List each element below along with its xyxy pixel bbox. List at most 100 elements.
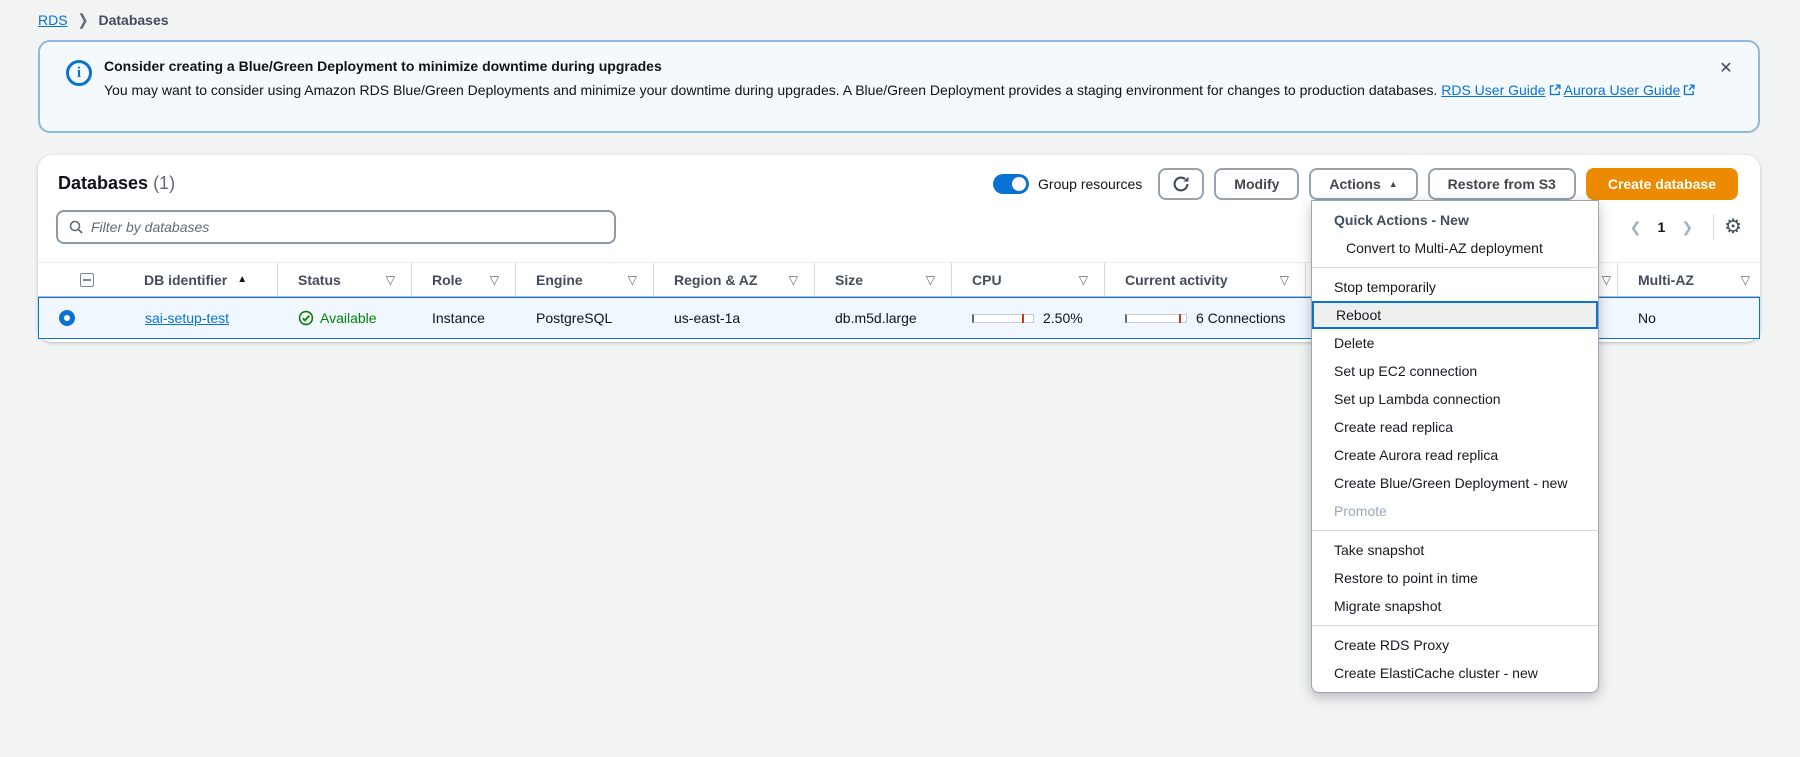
gauge-tick — [1022, 314, 1024, 323]
column-header-region-az[interactable]: Region & AZ ▽ — [653, 263, 814, 296]
column-header-size[interactable]: Size ▽ — [814, 263, 951, 296]
external-link-icon — [1683, 84, 1695, 96]
row-select-cell — [39, 298, 125, 338]
page-title: Databases(1) — [58, 173, 175, 194]
menu-section-quick-actions: Quick Actions - New — [1312, 206, 1598, 234]
row-radio-selected[interactable] — [59, 310, 75, 326]
filter-box — [56, 210, 616, 244]
modify-button[interactable]: Modify — [1214, 168, 1299, 200]
role-cell: Instance — [412, 298, 516, 338]
pagination: ❮ 1 ❯ ⚙ — [1620, 211, 1742, 243]
region-az-cell: us-east-1a — [654, 298, 815, 338]
engine-cell: PostgreSQL — [516, 298, 654, 338]
group-resources-control: Group resources — [993, 174, 1142, 194]
cpu-gauge — [972, 314, 1034, 323]
refresh-button[interactable] — [1158, 168, 1204, 200]
restore-from-s3-button[interactable]: Restore from S3 — [1428, 168, 1576, 200]
menu-item-create-aurora-read-replica[interactable]: Create Aurora read replica — [1312, 441, 1598, 469]
column-header-cpu[interactable]: CPU ▽ — [951, 263, 1104, 296]
column-header-role[interactable]: Role ▽ — [411, 263, 515, 296]
filter-column-icon[interactable]: ▽ — [1280, 273, 1289, 287]
current-page-number[interactable]: 1 — [1652, 219, 1672, 235]
breadcrumb-current: Databases — [98, 12, 168, 28]
actions-button-label: Actions — [1329, 176, 1380, 192]
select-all-checkbox[interactable] — [80, 273, 94, 287]
previous-page-icon[interactable]: ❮ — [1620, 219, 1652, 236]
actions-button[interactable]: Actions ▲ — [1309, 168, 1417, 200]
menu-item-create-elasticache-cluster[interactable]: Create ElastiCache cluster - new — [1312, 659, 1598, 687]
filter-column-icon[interactable]: ▽ — [628, 273, 637, 287]
toolbar: Group resources Modify Actions ▲ Restore… — [993, 168, 1738, 200]
toggle-knob — [1012, 177, 1026, 191]
banner-close-icon[interactable]: ✕ — [1714, 56, 1738, 80]
db-identifier-link[interactable]: sai-setup-test — [145, 310, 229, 326]
banner-body: You may want to consider using Amazon RD… — [104, 80, 1722, 101]
blue-green-info-banner: i Consider creating a Blue/Green Deploym… — [38, 40, 1760, 133]
group-resources-label: Group resources — [1038, 176, 1142, 192]
group-resources-toggle[interactable] — [993, 174, 1029, 194]
menu-item-stop-temporarily[interactable]: Stop temporarily — [1312, 273, 1598, 301]
menu-item-migrate-snapshot[interactable]: Migrate snapshot — [1312, 592, 1598, 620]
pager-divider — [1713, 214, 1714, 240]
menu-item-create-rds-proxy[interactable]: Create RDS Proxy — [1312, 631, 1598, 659]
table-settings-gear-icon[interactable]: ⚙ — [1724, 217, 1742, 237]
caret-up-icon: ▲ — [1389, 179, 1398, 189]
create-database-button[interactable]: Create database — [1586, 168, 1738, 200]
banner-title: Consider creating a Blue/Green Deploymen… — [104, 58, 662, 74]
aurora-user-guide-link[interactable]: Aurora User Guide — [1564, 82, 1696, 98]
sort-ascending-icon[interactable]: ▲ — [237, 274, 247, 285]
column-header-current-activity[interactable]: Current activity ▽ — [1104, 263, 1305, 296]
info-icon: i — [66, 60, 92, 86]
breadcrumb-rds-link[interactable]: RDS — [38, 12, 68, 28]
current-activity-cell: 6 Connections — [1105, 298, 1306, 338]
actions-dropdown-menu: Quick Actions - New Convert to Multi-AZ … — [1311, 200, 1599, 693]
filter-column-icon[interactable]: ▽ — [1079, 273, 1088, 287]
filter-column-icon[interactable]: ▽ — [1602, 273, 1611, 287]
rds-user-guide-link[interactable]: RDS User Guide — [1441, 82, 1560, 98]
column-header-status[interactable]: Status ▽ — [277, 263, 411, 296]
size-cell: db.m5d.large — [815, 298, 952, 338]
menu-divider — [1312, 267, 1598, 268]
column-header-engine[interactable]: Engine ▽ — [515, 263, 653, 296]
menu-item-restore-to-point-in-time[interactable]: Restore to point in time — [1312, 564, 1598, 592]
next-page-icon[interactable]: ❯ — [1671, 219, 1703, 236]
filter-column-icon[interactable]: ▽ — [386, 273, 395, 287]
gauge-tick — [1179, 314, 1181, 323]
breadcrumb: RDS ❯ Databases — [38, 12, 169, 28]
filter-databases-input[interactable] — [91, 219, 604, 235]
menu-item-setup-ec2-connection[interactable]: Set up EC2 connection — [1312, 357, 1598, 385]
filter-column-icon[interactable]: ▽ — [490, 273, 499, 287]
rds-databases-page: RDS ❯ Databases i Consider creating a Bl… — [0, 0, 1800, 757]
resource-count: (1) — [153, 173, 175, 193]
banner-body-text: You may want to consider using Amazon RD… — [104, 82, 1437, 98]
filter-column-icon[interactable]: ▽ — [1741, 273, 1750, 287]
external-link-icon — [1549, 84, 1561, 96]
select-all-header-cell — [38, 263, 124, 296]
status-cell: Available — [278, 298, 412, 338]
refresh-icon — [1172, 175, 1190, 193]
menu-item-delete[interactable]: Delete — [1312, 329, 1598, 357]
multi-az-cell: No — [1618, 298, 1759, 338]
filter-column-icon[interactable]: ▽ — [789, 273, 798, 287]
menu-item-create-read-replica[interactable]: Create read replica — [1312, 413, 1598, 441]
column-header-multi-az[interactable]: Multi-AZ ▽ — [1617, 263, 1760, 296]
check-circle-icon — [298, 310, 314, 326]
status-badge: Available — [298, 310, 377, 326]
menu-divider — [1312, 625, 1598, 626]
menu-item-convert-multi-az[interactable]: Convert to Multi-AZ deployment — [1312, 234, 1598, 262]
filter-column-icon[interactable]: ▽ — [926, 273, 935, 287]
menu-item-take-snapshot[interactable]: Take snapshot — [1312, 536, 1598, 564]
db-identifier-cell: sai-setup-test — [125, 298, 278, 338]
panel-title-text: Databases — [58, 173, 148, 193]
menu-divider — [1312, 530, 1598, 531]
breadcrumb-chevron-icon: ❯ — [78, 10, 89, 29]
menu-item-promote: Promote — [1312, 497, 1598, 525]
menu-item-create-blue-green-deployment[interactable]: Create Blue/Green Deployment - new — [1312, 469, 1598, 497]
menu-item-reboot[interactable]: Reboot — [1312, 301, 1598, 329]
connections-gauge — [1125, 314, 1187, 323]
cpu-cell: 2.50% — [952, 298, 1105, 338]
indeterminate-icon — [83, 279, 91, 281]
column-header-db-identifier[interactable]: DB identifier ▲ — [124, 263, 277, 296]
menu-item-setup-lambda-connection[interactable]: Set up Lambda connection — [1312, 385, 1598, 413]
search-icon — [68, 219, 84, 235]
